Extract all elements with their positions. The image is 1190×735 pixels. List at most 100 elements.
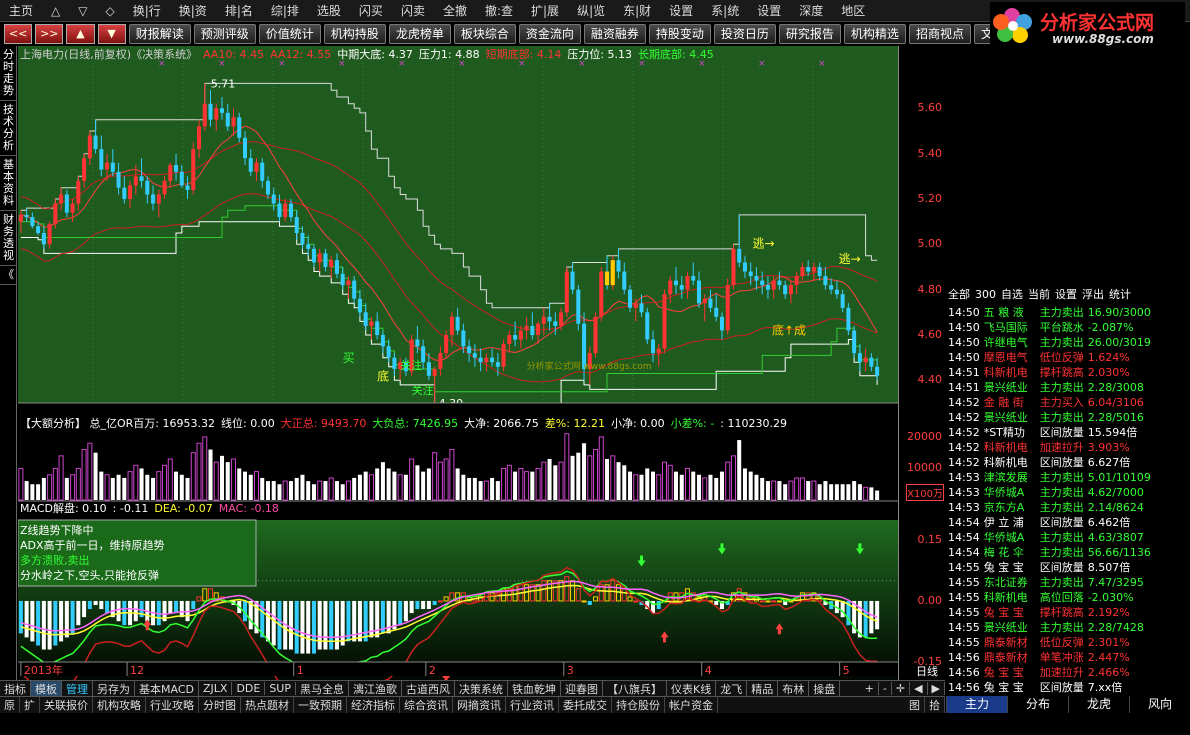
status-item-1[interactable]: 扩: [20, 697, 40, 713]
stock-alert-row[interactable]: 14:55 鼎泰新材 低位反弹 2.301%: [948, 634, 1130, 649]
chart-control-3[interactable]: ◀: [910, 682, 928, 695]
menu-item-2[interactable]: ▽: [69, 4, 96, 18]
stock-alert-row[interactable]: 14:51 景兴纸业 主力卖出 2.28/3008: [948, 379, 1144, 394]
stock-alert-row[interactable]: 14:54 伊 立 浦 区间放量 6.462倍: [948, 514, 1130, 529]
indicator-tab-16[interactable]: 龙飞: [716, 680, 748, 697]
right-tab-2[interactable]: 龙虎: [1068, 696, 1129, 713]
stock-alert-row[interactable]: 14:52 金 融 街 主力买入 6.04/3106: [948, 394, 1144, 409]
menu-item-4[interactable]: 换|行: [124, 2, 170, 19]
stock-alert-row[interactable]: 14:52 科新机电 区间放量 6.627倍: [948, 454, 1130, 469]
stock-alert-row[interactable]: 14:50 五 粮 液 主力卖出 16.90/3000: [948, 304, 1151, 319]
toolbar-button-1[interactable]: 预测评级: [193, 24, 256, 44]
nav-button-0[interactable]: <<: [4, 24, 33, 44]
menu-item-5[interactable]: 换|资: [170, 2, 216, 19]
stock-alert-row[interactable]: 14:54 梅 花 伞 主力卖出 56.66/1136: [948, 544, 1151, 559]
menu-item-13[interactable]: 扩|展: [522, 2, 568, 19]
indicator-tab-14[interactable]: 【八旗兵】: [603, 680, 667, 697]
menu-item-17[interactable]: 系|统: [702, 2, 748, 19]
toolbar-button-6[interactable]: 资金流向: [518, 24, 581, 44]
status-item-13[interactable]: 持仓股份: [612, 697, 665, 713]
stock-alert-row[interactable]: 14:50 摩恩电气 低位反弹 1.624%: [948, 349, 1130, 364]
toolbar-button-5[interactable]: 板块综合: [453, 24, 516, 44]
sidebar-tab-4[interactable]: 《: [0, 266, 17, 285]
chart-panel[interactable]: 上海电力(日线,前复权)《决策系统》 AA10: 4.45 AA12: 4.55 中期…: [17, 46, 904, 710]
chart-canvas[interactable]: 上海电力(日线,前复权)《决策系统》 AA10: 4.45 AA12: 4.55 中期…: [17, 46, 904, 710]
menu-item-12[interactable]: 撤:查: [476, 2, 522, 19]
status-item-8[interactable]: 经济指标: [347, 697, 400, 713]
stock-alert-row[interactable]: 14:56 鼎泰新材 单笔冲涨 2.447%: [948, 649, 1130, 664]
status-item-11[interactable]: 行业资讯: [506, 697, 559, 713]
stock-alert-row[interactable]: 14:52 景兴纸业 主力卖出 2.28/5016: [948, 409, 1144, 424]
status-item-3[interactable]: 机构攻略: [93, 697, 146, 713]
status-item-12[interactable]: 委托成交: [559, 697, 612, 713]
stock-alert-row[interactable]: 14:55 科新机电 高位回落 -2.030%: [948, 589, 1134, 604]
menu-item-15[interactable]: 东|财: [614, 2, 660, 19]
menu-item-1[interactable]: △: [42, 4, 69, 18]
indicator-tab-0[interactable]: 指标: [0, 680, 31, 697]
toolbar-button-3[interactable]: 机构持股: [323, 24, 386, 44]
stock-alert-row[interactable]: 14:55 兔 宝 宝 撑杆跳高 2.192%: [948, 604, 1130, 619]
toolbar-button-10[interactable]: 研究报告: [778, 24, 841, 44]
status-item-9[interactable]: 综合资讯: [400, 697, 453, 713]
stock-alert-row[interactable]: 14:52 科新机电 加速拉升 3.903%: [948, 439, 1130, 454]
chart-control-2[interactable]: ✛: [892, 682, 911, 695]
stock-alert-row[interactable]: 14:55 东北证券 主力卖出 7.47/3295: [948, 574, 1144, 589]
toolbar-button-4[interactable]: 龙虎榜单: [388, 24, 451, 44]
chart-control-0[interactable]: +: [861, 682, 879, 695]
stock-alert-row[interactable]: 14:53 京东方A 主力卖出 2.14/8624: [948, 499, 1144, 514]
menu-item-16[interactable]: 设置: [660, 2, 702, 19]
indicator-tab-9[interactable]: 漓江渔歌: [349, 680, 402, 697]
toolbar-button-8[interactable]: 持股变动: [648, 24, 711, 44]
chart-control-4[interactable]: ▶: [928, 682, 945, 695]
toolbar-button-2[interactable]: 价值统计: [258, 24, 321, 44]
status-item-2[interactable]: 关联报价: [40, 697, 93, 713]
indicator-tab-19[interactable]: 操盘: [809, 680, 841, 697]
menu-item-18[interactable]: 设置: [748, 2, 790, 19]
stock-tab-5[interactable]: 浮出: [1082, 288, 1104, 301]
menu-item-14[interactable]: 纵|览: [568, 2, 614, 19]
menu-item-20[interactable]: 地区: [832, 2, 874, 19]
toolbar-button-7[interactable]: 融资融券: [583, 24, 646, 44]
toolbar-button-9[interactable]: 投资日历: [713, 24, 776, 44]
indicator-tab-2[interactable]: 管理: [62, 680, 93, 697]
stock-alert-row[interactable]: 14:51 科新机电 撑杆跳高 2.030%: [948, 364, 1130, 379]
stock-alert-row[interactable]: 14:53 津滨发展 主力卖出 5.01/10109: [948, 469, 1151, 484]
right-tab-3[interactable]: 风向: [1129, 696, 1190, 713]
indicator-tab-13[interactable]: 迎春图: [561, 680, 603, 697]
period-label[interactable]: 日线: [916, 663, 938, 679]
stock-alert-row[interactable]: 14:50 许继电气 主力卖出 26.00/3019: [948, 334, 1151, 349]
indicator-tab-12[interactable]: 铁血乾坤: [508, 680, 561, 697]
indicator-tab-6[interactable]: DDE: [232, 682, 266, 695]
indicator-tab-15[interactable]: 仪表K线: [667, 680, 717, 697]
status-item-0[interactable]: 原: [0, 697, 20, 713]
stock-tab-1[interactable]: 300: [975, 288, 996, 301]
toolbar-button-12[interactable]: 招商视点: [908, 24, 971, 44]
stock-alert-row[interactable]: 14:50 飞马国际 平台跳水 -2.087%: [948, 319, 1134, 334]
right-tab-1[interactable]: 分布: [1007, 696, 1068, 713]
status-item-4[interactable]: 行业攻略: [146, 697, 199, 713]
indicator-tab-1[interactable]: 模板: [31, 680, 62, 697]
menu-item-10[interactable]: 闪卖: [392, 2, 434, 19]
stock-alert-row[interactable]: 14:53 华侨城A 主力卖出 4.62/7000: [948, 484, 1144, 499]
sidebar-tab-1[interactable]: 技术分析: [0, 101, 17, 156]
menu-item-11[interactable]: 全撤: [434, 2, 476, 19]
menu-item-6[interactable]: 排|名: [216, 2, 262, 19]
stock-tab-4[interactable]: 设置: [1055, 288, 1077, 301]
menu-item-7[interactable]: 综|排: [262, 2, 308, 19]
status-item-7[interactable]: 一致预期: [294, 697, 347, 713]
indicator-tab-11[interactable]: 决策系统: [455, 680, 508, 697]
stock-alert-row[interactable]: 14:56 兔 宝 宝 区间放量 7.xx倍: [948, 679, 1122, 694]
nav-button-1[interactable]: >>: [35, 24, 64, 44]
sidebar-tab-2[interactable]: 基本资料: [0, 156, 17, 211]
indicator-tab-7[interactable]: SUP: [265, 682, 296, 695]
status-item-6[interactable]: 热点题材: [241, 697, 294, 713]
menu-item-3[interactable]: ◇: [96, 4, 123, 18]
status-item-10[interactable]: 网摘资讯: [453, 697, 506, 713]
indicator-tab-18[interactable]: 布林: [778, 680, 810, 697]
status-item-5[interactable]: 分时图: [199, 697, 241, 713]
sidebar-tab-0[interactable]: 分时走势: [0, 46, 17, 101]
status-item-14[interactable]: 帐户资金: [665, 697, 718, 713]
stock-tab-3[interactable]: 当前: [1028, 288, 1050, 301]
chart-control-1[interactable]: -: [879, 682, 892, 695]
indicator-tab-3[interactable]: 另存为: [93, 680, 135, 697]
